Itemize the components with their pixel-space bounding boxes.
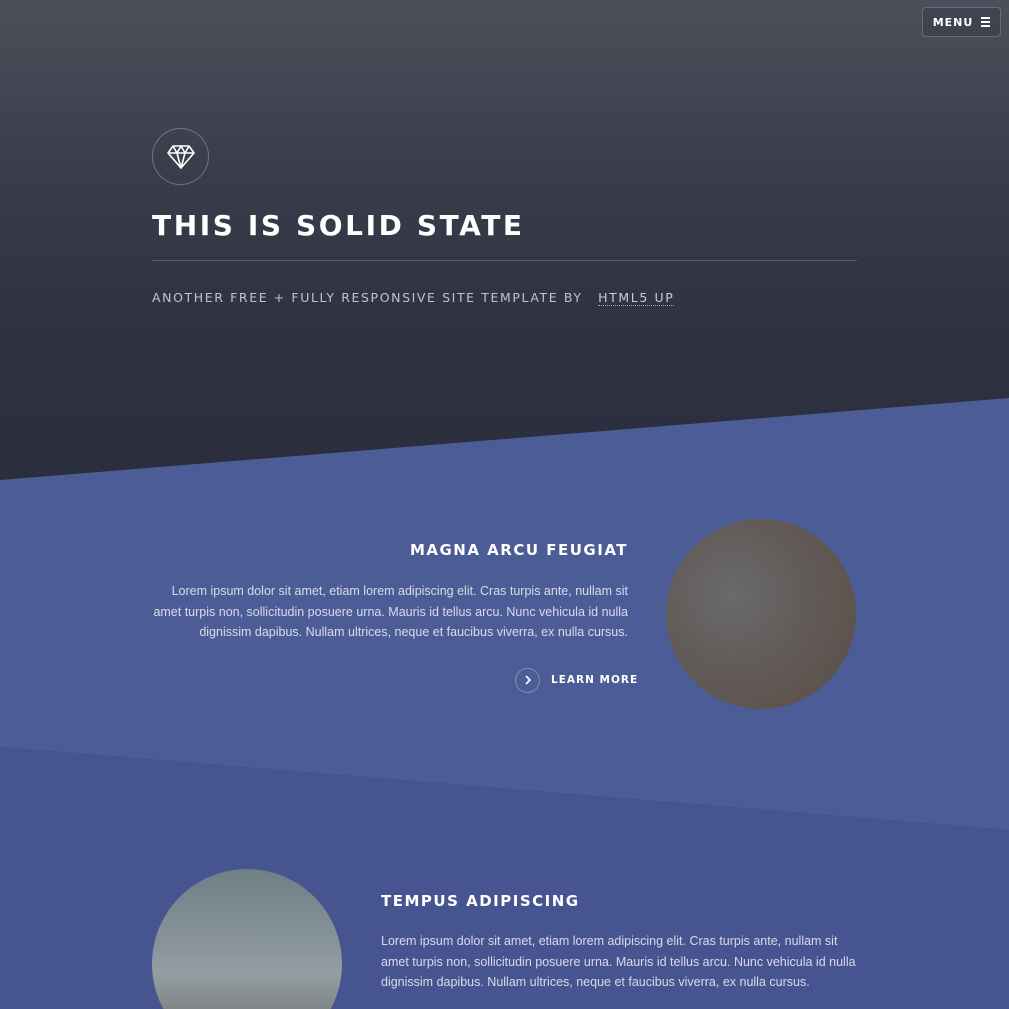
spotlight-1-title: Magna arcu feugiat xyxy=(409,541,628,559)
spotlight-2-title: Tempus adipiscing xyxy=(381,892,580,910)
spotlight-1-text: Lorem ipsum dolor sit amet, etiam lorem … xyxy=(153,584,628,640)
diamond-icon xyxy=(166,144,195,169)
logo xyxy=(152,128,209,185)
page-title: This is Solid State xyxy=(152,209,525,242)
chevron-right-icon xyxy=(515,667,540,693)
title-divider xyxy=(152,260,857,261)
spotlight-2-text: Lorem ipsum dolor sit amet, etiam lorem … xyxy=(381,934,856,990)
banner-subtitle: Another free + fully responsive site tem… xyxy=(152,290,675,306)
learn-more-button[interactable]: Learn more xyxy=(515,667,638,693)
page: Menu This is Solid State Another free + … xyxy=(0,0,1009,1009)
learn-more-label: Learn more xyxy=(551,674,639,686)
spotlight-1-image xyxy=(666,519,856,709)
menu-label: Menu xyxy=(932,15,974,29)
html5up-link[interactable]: HTML5 UP xyxy=(598,290,675,306)
hamburger-icon xyxy=(981,17,991,27)
menu-button[interactable]: Menu xyxy=(922,7,1001,37)
subtitle-text: Another free + fully responsive site tem… xyxy=(152,290,583,305)
